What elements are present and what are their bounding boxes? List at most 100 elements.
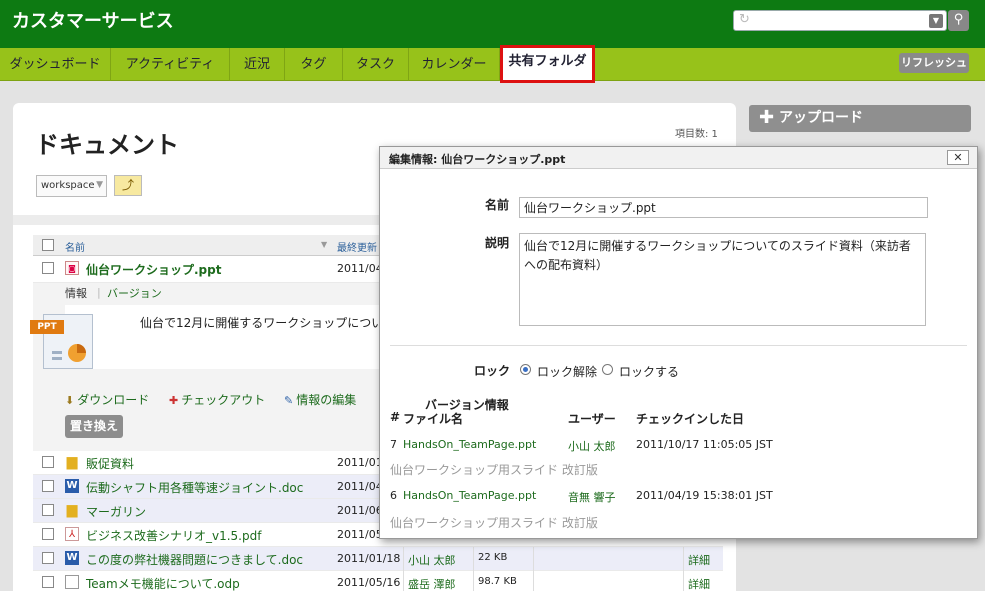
row-checkbox[interactable] bbox=[42, 552, 54, 564]
table-row[interactable]: Teamメモ機能について.odp 2011/05/16 盛岳 澤郎 98.7 K… bbox=[33, 571, 723, 591]
upload-button[interactable]: ✚ アップロード bbox=[749, 105, 971, 132]
description-field[interactable]: 仙台で12月に開催するワークショップについてのスライド資料（来訪者への配布資料） bbox=[519, 233, 926, 326]
version-user-link[interactable]: 小山 太郎 bbox=[568, 438, 616, 454]
file-date: 2011/01/18 bbox=[337, 552, 401, 565]
sort-desc-icon[interactable]: ▼ bbox=[321, 240, 327, 249]
top-header: カスタマーサービス ↻ ▼ ⚲ bbox=[0, 0, 985, 48]
word-file-icon: W bbox=[65, 551, 79, 565]
refresh-spinner-icon: ↻ bbox=[739, 12, 750, 27]
lock-radio[interactable] bbox=[602, 364, 613, 375]
file-size: 22 KB bbox=[478, 552, 508, 563]
download-label: ダウンロード bbox=[77, 393, 150, 407]
search-input[interactable]: ↻ ▼ bbox=[733, 10, 947, 31]
column-updated[interactable]: 最終更新 bbox=[337, 239, 377, 254]
download-link[interactable]: ⬇ ダウンロード bbox=[65, 391, 149, 408]
checkout-link[interactable]: ✚ チェックアウト bbox=[169, 391, 265, 408]
file-date: 2011/04 bbox=[337, 480, 383, 493]
row-checkbox[interactable] bbox=[42, 576, 54, 588]
folder-icon: ▆ bbox=[66, 502, 78, 518]
file-name-link[interactable]: ビジネス改善シナリオ_v1.5.pdf bbox=[86, 527, 261, 544]
checkout-label: チェックアウト bbox=[181, 393, 266, 407]
name-label: 名前 bbox=[485, 198, 510, 212]
version-date: 2011/10/17 11:05:05 JST bbox=[636, 438, 773, 451]
version-num: 7 bbox=[390, 438, 397, 451]
search-button[interactable]: ⚲ bbox=[948, 10, 969, 31]
file-owner-link[interactable]: 盛岳 澤郎 bbox=[408, 576, 456, 591]
file-owner-link[interactable]: 小山 太郎 bbox=[408, 552, 456, 568]
detail-tab-version[interactable]: バージョン bbox=[107, 285, 162, 301]
search-options-dropdown-icon[interactable]: ▼ bbox=[929, 14, 943, 28]
tab-activity[interactable]: アクティビティ bbox=[111, 48, 230, 81]
column-name[interactable]: 名前 bbox=[65, 239, 85, 254]
table-row[interactable]: W この度の弊社機器問題につきまして.doc 2011/01/18 小山 太郎 … bbox=[33, 547, 723, 571]
lock-radio-label[interactable]: ロックする bbox=[619, 363, 679, 380]
upload-label: アップロード bbox=[779, 110, 863, 126]
edit-info-icon: ✎ bbox=[284, 394, 294, 407]
app-title: カスタマーサービス bbox=[12, 11, 174, 32]
file-name-link[interactable]: 販促資料 bbox=[86, 455, 134, 472]
page-title: ドキュメント bbox=[35, 131, 179, 159]
tab-dashboard[interactable]: ダッシュボード bbox=[0, 48, 111, 81]
column-divider bbox=[473, 571, 474, 591]
row-checkbox[interactable] bbox=[42, 262, 54, 274]
file-name-link[interactable]: 仙台ワークショップ.ppt bbox=[86, 261, 221, 278]
file-name-link[interactable]: マーガリン bbox=[86, 503, 146, 520]
workspace-select-value: workspace bbox=[41, 180, 95, 191]
version-user-link[interactable]: 音無 響子 bbox=[568, 489, 616, 505]
tab-calendar[interactable]: カレンダー bbox=[409, 48, 500, 81]
close-button[interactable]: ✕ bbox=[947, 150, 969, 165]
select-all-checkbox[interactable] bbox=[42, 239, 54, 251]
row-checkbox[interactable] bbox=[42, 456, 54, 468]
unlock-radio[interactable] bbox=[520, 364, 531, 375]
column-divider bbox=[403, 571, 404, 591]
details-link[interactable]: 詳細 bbox=[688, 576, 710, 591]
tab-tasks[interactable]: タスク bbox=[343, 48, 409, 81]
tab-separator: | bbox=[97, 286, 101, 299]
version-file-link[interactable]: HandsOn_TeamPage.ppt bbox=[403, 489, 536, 502]
folder-icon: ▆ bbox=[66, 454, 78, 470]
dialog-title: 編集情報: 仙台ワークショップ.ppt bbox=[389, 153, 566, 166]
details-link[interactable]: 詳細 bbox=[688, 552, 710, 568]
row-checkbox[interactable] bbox=[42, 504, 54, 516]
file-size: 98.7 KB bbox=[478, 576, 517, 587]
ppt-file-icon: ◙ bbox=[65, 261, 79, 275]
column-divider bbox=[533, 571, 534, 591]
close-icon: ✕ bbox=[953, 151, 963, 164]
version-note: 仙台ワークショップ用スライド 改訂版 bbox=[390, 463, 598, 477]
dialog-header: 編集情報: 仙台ワークショップ.ppt ✕ bbox=[380, 147, 977, 169]
tab-shared-folder[interactable]: 共有フォルダ bbox=[500, 45, 595, 83]
column-divider bbox=[683, 547, 684, 571]
version-col-num: # bbox=[390, 410, 401, 424]
folder-up-icon: ⤴ bbox=[121, 178, 134, 192]
name-field[interactable] bbox=[519, 197, 928, 218]
edit-info-link[interactable]: ✎ 情報の編集 bbox=[284, 391, 356, 408]
row-checkbox[interactable] bbox=[42, 528, 54, 540]
lock-label: ロック bbox=[474, 364, 511, 378]
row-checkbox[interactable] bbox=[42, 480, 54, 492]
main-nav: ダッシュボード アクティビティ 近況 タグ タスク カレンダー 共有フォルダ リ… bbox=[0, 45, 985, 83]
tab-status[interactable]: 近況 bbox=[230, 48, 285, 81]
file-date: 2011/06 bbox=[337, 504, 383, 517]
plus-icon: ✚ bbox=[759, 107, 775, 128]
folder-up-button[interactable]: ⤴ bbox=[114, 175, 142, 196]
edit-info-label: 情報の編集 bbox=[296, 393, 357, 407]
tab-tags[interactable]: タグ bbox=[285, 48, 343, 81]
file-name-link[interactable]: この度の弊社機器問題につきまして.doc bbox=[86, 551, 303, 568]
file-name-link[interactable]: Teamメモ機能について.odp bbox=[86, 575, 240, 591]
item-count: 項目数: 1 bbox=[675, 129, 718, 140]
detail-tab-info[interactable]: 情報 bbox=[65, 285, 87, 301]
version-col-checkin: チェックインした日 bbox=[636, 412, 745, 426]
replace-button[interactable]: 置き換え bbox=[65, 415, 123, 438]
refresh-button[interactable]: リフレッシュ bbox=[899, 53, 969, 73]
version-num: 6 bbox=[390, 489, 397, 502]
dialog-divider bbox=[390, 345, 967, 346]
unlock-radio-label[interactable]: ロック解除 bbox=[537, 363, 597, 380]
file-date: 2011/01 bbox=[337, 456, 383, 469]
workspace-select[interactable]: workspace ▼ bbox=[36, 175, 107, 197]
document-file-icon bbox=[65, 575, 79, 589]
version-col-user: ユーザー bbox=[568, 412, 616, 426]
version-file-link[interactable]: HandsOn_TeamPage.ppt bbox=[403, 438, 536, 451]
checkout-icon: ✚ bbox=[169, 394, 179, 407]
file-name-link[interactable]: 伝動シャフト用各種等速ジョイント.doc bbox=[86, 479, 303, 496]
download-icon: ⬇ bbox=[65, 394, 75, 407]
